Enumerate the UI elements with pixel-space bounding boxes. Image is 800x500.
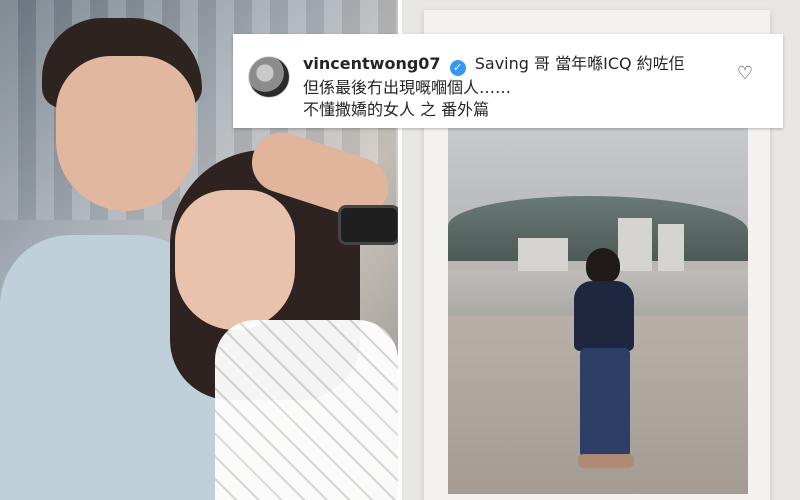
beach-photo <box>448 126 748 494</box>
girl-feet <box>578 454 634 468</box>
wristwatch <box>338 205 398 245</box>
comment-line-3: 不懂撒嬌的女人 之 番外篇 <box>303 100 490 119</box>
username[interactable]: vincentwong07 <box>303 54 441 73</box>
woman-face <box>175 190 295 330</box>
building <box>618 218 652 273</box>
building <box>518 238 568 273</box>
girl-jacket <box>574 281 634 351</box>
comment-line-2: 但係最後冇出現嘅嗰個人…… <box>303 78 512 97</box>
building <box>658 224 684 274</box>
woman-striped-top <box>215 320 398 500</box>
man-face <box>56 56 196 211</box>
comment-text-1: Saving 哥 當年喺ICQ 約咗佢 <box>474 54 685 73</box>
girl-hair <box>586 248 620 283</box>
avatar[interactable] <box>248 56 290 98</box>
girl-jeans <box>580 348 630 458</box>
heart-outline-icon[interactable]: ♡ <box>735 64 755 84</box>
comment-line-1: vincentwong07 ✓ Saving 哥 當年喺ICQ 約咗佢 <box>303 53 685 76</box>
verified-badge-icon: ✓ <box>449 60 466 76</box>
